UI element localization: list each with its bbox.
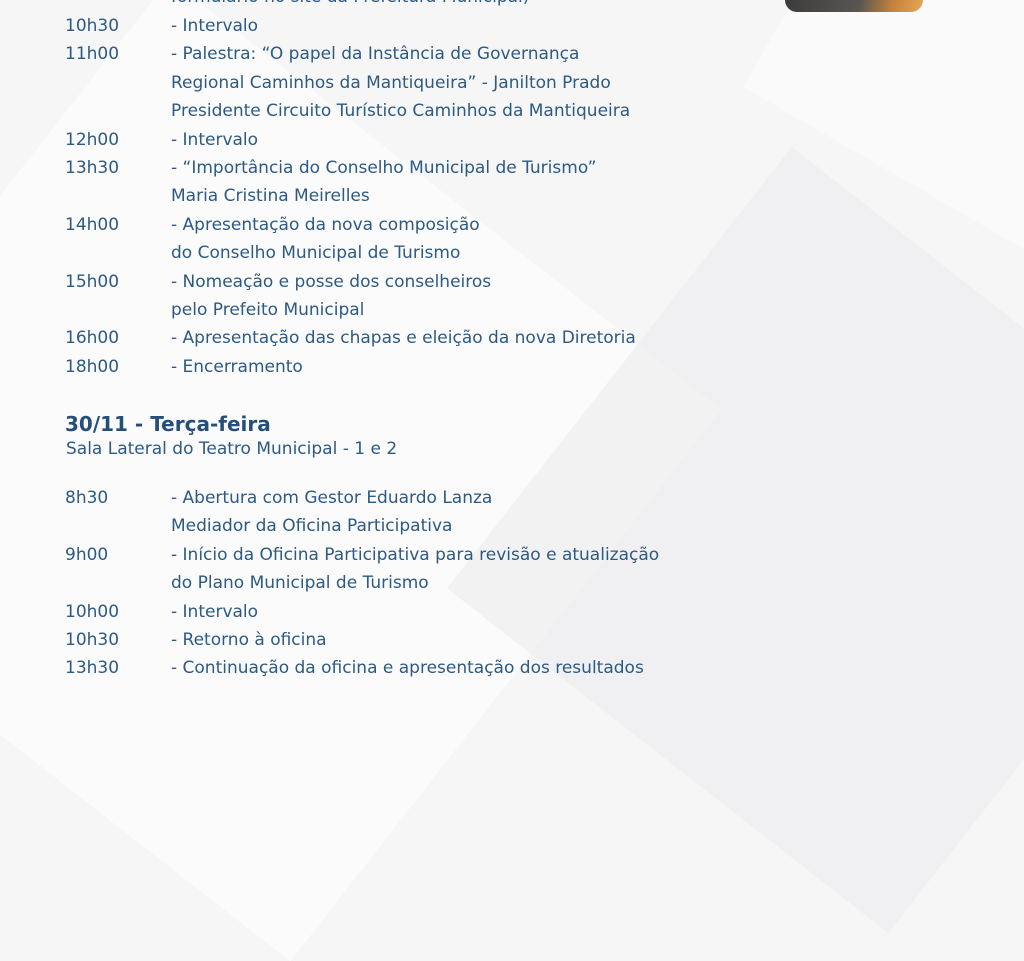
day-title: 30/11 - Terça-feira <box>65 412 271 436</box>
schedule-description: pelo Prefeito Municipal <box>171 299 365 320</box>
schedule-time: 15h00 <box>65 271 120 292</box>
schedule-time: 16h00 <box>65 328 120 349</box>
schedule-description: - Encerramento <box>171 356 303 377</box>
schedule-time: 13h30 <box>65 158 120 178</box>
schedule-time: 10h00 <box>65 601 120 622</box>
schedule-time: 10h30 <box>65 16 120 36</box>
schedule-time: 13h30 <box>65 658 120 679</box>
schedule-description: do Conselho Municipal de Turismo <box>171 243 461 264</box>
schedule: formulário no site da Prefeitura Municip… <box>0 0 760 678</box>
schedule-description: - Nomeação e posse dos conselheiros <box>171 271 492 292</box>
schedule-description: - Intervalo <box>171 129 259 150</box>
schedule-time: 12h00 <box>65 129 120 150</box>
schedule-description: Maria Cristina Meirelles <box>171 186 370 207</box>
schedule-description: - Intervalo <box>171 16 259 36</box>
event-photo <box>785 0 923 12</box>
schedule-description: - “Importância do Conselho Municipal de … <box>171 158 597 178</box>
schedule-description: - Abertura com Gestor Eduardo Lanza <box>171 488 493 508</box>
partial-line: formulário no site da Prefeitura Municip… <box>171 0 529 12</box>
schedule-description: Regional Caminhos da Mantiqueira” - Jani… <box>171 72 611 93</box>
schedule-description: do Plano Municipal de Turismo <box>171 573 429 594</box>
schedule-time: 14h00 <box>65 214 120 235</box>
schedule-description: Presidente Circuito Turístico Caminhos d… <box>171 101 631 122</box>
schedule-description: - Continuação da oficina e apresentação … <box>171 658 644 679</box>
schedule-description: - Apresentação da nova composição <box>171 214 480 235</box>
schedule-time: 11h00 <box>65 44 120 65</box>
schedule-time: 10h30 <box>65 630 120 650</box>
schedule-description: - Palestra: “O papel da Instância de Gov… <box>171 44 580 65</box>
schedule-time: 8h30 <box>65 488 109 508</box>
schedule-description: - Intervalo <box>171 601 259 622</box>
schedule-time: 18h00 <box>65 356 120 377</box>
schedule-time: 9h00 <box>65 544 109 565</box>
background-shape <box>743 0 1024 297</box>
schedule-description: - Retorno à oficina <box>171 630 327 650</box>
schedule-description: - Apresentação das chapas e eleição da n… <box>171 328 636 349</box>
schedule-description: Mediador da Oficina Participativa <box>171 516 453 537</box>
day-location: Sala Lateral do Teatro Municipal - 1 e 2 <box>66 439 398 459</box>
schedule-description: - Início da Oficina Participativa para r… <box>171 544 660 565</box>
